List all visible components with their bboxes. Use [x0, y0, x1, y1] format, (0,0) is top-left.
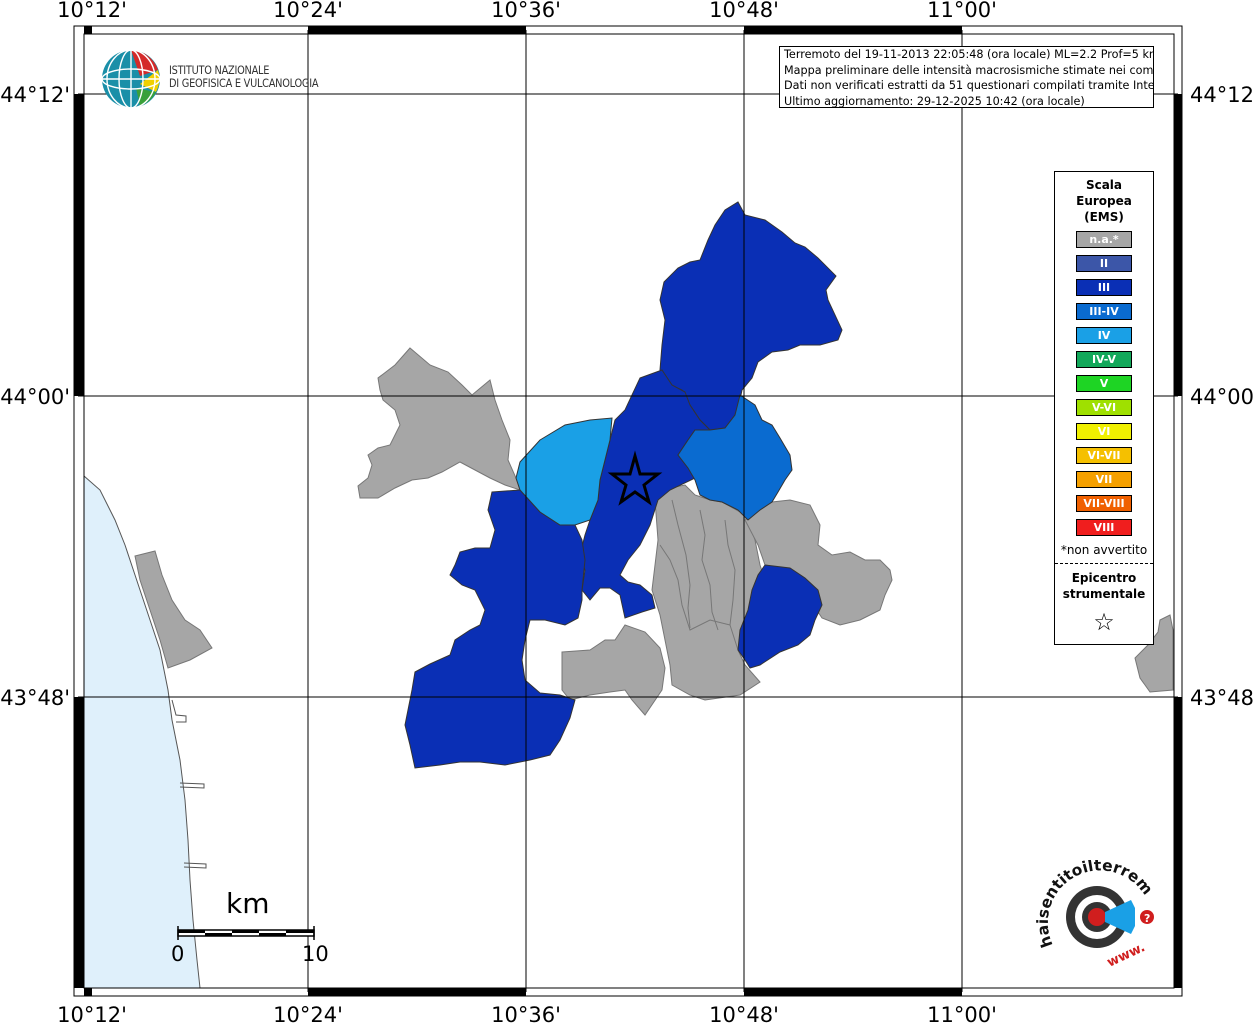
ingv-name-line2: DI GEOFISICA E VULCANOLOGIA [169, 75, 319, 90]
lat-label: 44°00' [1190, 385, 1256, 409]
lat-label: 44°12' [0, 83, 70, 107]
latitude-labels-right: 44°12' 44°00' 43°48' [1190, 83, 1256, 710]
lon-label: 10°36' [491, 1003, 561, 1024]
legend-item: V [1076, 375, 1132, 392]
haisentito-logo: ? haisentitoilterremoto.it www. [1035, 860, 1156, 971]
globe-icon [101, 49, 161, 109]
ingv-logo: ISTITUTO NAZIONALE DI GEOFISICA E VULCAN… [100, 48, 330, 110]
lat-label: 43°48' [0, 686, 70, 710]
event-info-box: Terremoto del 19-11-2013 22:05:48 (ora l… [779, 46, 1154, 108]
ingv-name-line1: ISTITUTO NAZIONALE [169, 63, 270, 77]
ingv-name: ISTITUTO NAZIONALE DI GEOFISICA E VULCAN… [169, 63, 319, 90]
lon-label: 11°00' [927, 0, 997, 22]
longitude-labels-bottom: 10°12' 10°24' 10°36' 10°48' 11°00' [57, 1003, 997, 1024]
legend-epicenter-label: Epicentro strumentale [1055, 570, 1153, 602]
scale-unit: km [226, 887, 270, 920]
legend-title-line: Scala [1085, 178, 1123, 192]
legend-items: n.a.* II III III-IV IV IV-V V V-VI VI VI-VII VII VI… [1055, 231, 1153, 536]
legend-divider [1055, 563, 1153, 564]
scale-max: 10 [302, 942, 329, 966]
lon-label: 10°24' [273, 1003, 343, 1024]
lon-label: 10°48' [709, 1003, 779, 1024]
legend-epi-line: strumentale [1062, 587, 1146, 601]
legend-star-icon: ☆ [1093, 608, 1115, 636]
legend-item: V-VI [1076, 399, 1132, 416]
event-info-line: Dati non verificati estratti da 51 quest… [784, 79, 1154, 92]
lat-label: 44°00' [0, 385, 70, 409]
legend-item: VI [1076, 423, 1132, 440]
legend-title-line: Europea [1076, 194, 1132, 208]
lon-label: 10°12' [57, 0, 127, 22]
lat-label: 44°12' [1190, 83, 1256, 107]
legend-item: III-IV [1076, 303, 1132, 320]
scale-min: 0 [171, 942, 185, 966]
longitude-labels-top: 10°12' 10°24' 10°36' 10°48' 11°00' [57, 0, 997, 22]
legend-epi-line: Epicentro [1071, 571, 1137, 585]
legend-item: VI-VII [1076, 447, 1132, 464]
event-info-line: Mappa preliminare delle intensità macros… [784, 63, 1154, 77]
lon-label: 10°48' [709, 0, 779, 22]
legend-note: *non avvertito [1060, 543, 1148, 557]
ems-legend: Scala Europea (EMS) n.a.* II III III-IV IV IV… [1054, 171, 1154, 645]
sea-area [84, 476, 200, 988]
svg-text:?: ? [1144, 912, 1150, 925]
event-info-line: Terremoto del 19-11-2013 22:05:48 (ora l… [784, 48, 1154, 61]
legend-item: VII [1076, 471, 1132, 488]
legend-item: VII-VIII [1076, 495, 1132, 512]
lon-label: 10°36' [491, 0, 561, 22]
lon-label: 10°12' [57, 1003, 127, 1024]
lon-label: 10°24' [273, 0, 343, 22]
scale-bar [177, 926, 315, 940]
legend-title-line: (EMS) [1084, 210, 1124, 224]
harbor-pier [171, 699, 187, 723]
latitude-labels-left: 44°12' 44°00' 43°48' [0, 83, 70, 710]
event-info-line: Ultimo aggiornamento: 29-12-2025 10:42 (… [784, 94, 1085, 108]
legend-item: VIII [1076, 519, 1132, 536]
legend-item: n.a.* [1076, 231, 1132, 248]
legend-title: Scala Europea (EMS) [1055, 177, 1153, 225]
legend-item: IV [1076, 327, 1132, 344]
lat-label: 43°48' [1190, 686, 1256, 710]
legend-item: IV-V [1076, 351, 1132, 368]
lon-label: 11°00' [927, 1003, 997, 1024]
legend-item: III [1076, 279, 1132, 296]
legend-item: II [1076, 255, 1132, 272]
